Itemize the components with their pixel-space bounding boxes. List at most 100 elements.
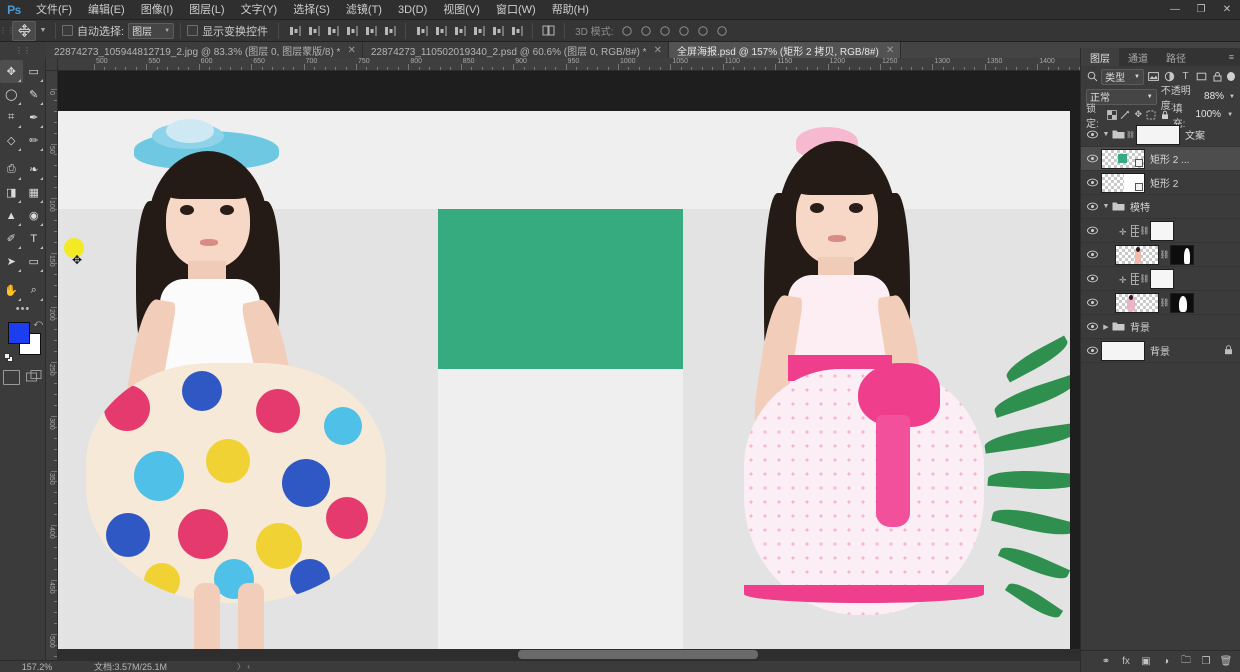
link-icon[interactable]: ⛓ [1125,131,1136,139]
layer-row[interactable]: 背景 [1081,339,1240,363]
layer-row[interactable]: ⛓ [1081,291,1240,315]
fill-value[interactable]: 100% [1195,109,1221,120]
move-icon[interactable]: ✥ [0,60,23,83]
tool-preset-caret-icon[interactable]: ▼ [37,21,49,41]
layer-row[interactable]: 矩形 2 [1081,171,1240,195]
layer-name[interactable]: 矩形 2 [1150,175,1178,190]
menu-item-10[interactable]: 帮助(H) [544,0,597,20]
layer-thumbnail[interactable] [1101,341,1145,361]
layer-visibility-icon[interactable] [1083,291,1101,315]
layer-row[interactable]: 矩形 2 ... [1081,147,1240,171]
menu-item-9[interactable]: 窗口(W) [488,0,544,20]
distribute-bottom-icon[interactable] [381,22,398,40]
mask-link-icon[interactable]: ⛓ [1159,298,1170,307]
menu-item-0[interactable]: 文件(F) [28,0,80,20]
lock-position-icon[interactable]: ✥ [1133,108,1143,121]
close-icon[interactable]: ✕ [886,45,894,56]
layer-thumbnail[interactable] [1115,245,1159,265]
minimize-button[interactable]: — [1162,0,1188,20]
layer-row[interactable]: ⛓ [1081,243,1240,267]
blur-icon[interactable]: ▲ [0,204,23,227]
align-bottom-icon[interactable] [451,22,468,40]
roll-3d-icon[interactable] [656,22,673,40]
layer-visibility-icon[interactable] [1083,147,1101,171]
group-twisty-icon[interactable]: ▶ [1101,323,1111,331]
layer-thumbnail[interactable] [1136,125,1180,145]
layer-visibility-icon[interactable] [1083,315,1101,339]
layer-thumbnail[interactable] [1115,293,1159,313]
layer-name[interactable]: 背景 [1130,319,1150,334]
new-layer-icon[interactable]: ❐ [1199,655,1213,669]
horizontal-ruler[interactable]: 5005506006507007508008509009501000105011… [58,58,1080,71]
layer-style-icon[interactable]: fx [1119,655,1133,669]
eyedropper-icon[interactable]: ✒ [23,106,46,129]
default-colors-icon[interactable] [4,353,14,363]
adjustment-layer-icon[interactable]: ◑ [1159,655,1173,669]
menu-item-7[interactable]: 3D(D) [390,0,435,20]
dist-center-icon[interactable] [489,22,506,40]
layer-row[interactable]: ✛⛓ [1081,219,1240,243]
menu-item-5[interactable]: 选择(S) [285,0,338,20]
zoom-level[interactable]: 157.2% [0,662,74,672]
group-twisty-icon[interactable]: ▼ [1101,203,1111,210]
hand-icon[interactable]: ✋ [0,279,23,302]
horizontal-scroll-thumb[interactable] [518,650,758,659]
chevron-down-icon[interactable]: ▼ [1227,112,1233,118]
document-canvas[interactable] [58,111,1070,660]
layer-visibility-icon[interactable] [1083,219,1101,243]
menu-item-6[interactable]: 滤镜(T) [338,0,390,20]
gradient-icon[interactable]: ▦ [23,181,46,204]
path-selection-icon[interactable]: ➤ [0,250,23,273]
auto-align-icon[interactable] [618,22,635,40]
model-left[interactable] [68,131,418,660]
canvas-area[interactable]: ✥ [58,71,1080,660]
menu-item-8[interactable]: 视图(V) [435,0,488,20]
restore-button[interactable]: ❐ [1188,0,1214,20]
healing-brush-icon[interactable]: ◇ [0,129,23,152]
dist-left-icon[interactable] [470,22,487,40]
align-left-icon[interactable] [286,22,303,40]
layer-row[interactable]: ✛⛓ [1081,267,1240,291]
menu-item-2[interactable]: 图像(I) [133,0,181,20]
document-tab-1[interactable]: 22874273_110502019340_2.psd @ 60.6% (图层 … [363,42,669,58]
layer-visibility-icon[interactable] [1083,123,1101,147]
close-icon[interactable]: ✕ [654,45,662,56]
layer-thumbnail[interactable] [1101,149,1145,169]
distribute-middle-icon[interactable] [362,22,379,40]
crop-icon[interactable]: ⌗ [0,106,23,129]
close-icon[interactable]: ✕ [347,45,355,56]
mask-link-icon[interactable]: ⛓ [1159,250,1170,259]
new-group-icon[interactable]: 🗀 [1179,655,1193,669]
quick-selection-icon[interactable]: ✎ [23,83,46,106]
pan-3d-icon[interactable] [675,22,692,40]
layer-name[interactable]: 文案 [1185,127,1205,142]
pen-icon[interactable]: ✐ [0,227,23,250]
lock-transparent-icon[interactable] [1107,108,1117,121]
panel-tab-1[interactable]: 通道 [1119,48,1157,66]
move-tool-icon[interactable] [12,21,36,41]
layer-list[interactable]: ▼⛓文案矩形 2 ...矩形 2▼模特✛⛓⛓✛⛓⛓▶背景背景 [1081,123,1240,650]
panel-tab-0[interactable]: 图层 [1081,48,1119,66]
marquee-icon[interactable]: ▭ [23,60,46,83]
swap-colors-icon[interactable]: ⤺ [33,318,43,329]
document-tab-0[interactable]: 22874273_105944812719_2.jpg @ 83.3% (图层 … [46,42,363,58]
document-size[interactable]: 文档:3.57M/25.1M [94,660,167,672]
align-top-icon[interactable] [413,22,430,40]
layer-mask-thumbnail[interactable] [1150,269,1174,289]
layer-name[interactable]: 矩形 2 ... [1150,151,1189,166]
menu-item-1[interactable]: 编辑(E) [80,0,133,20]
mask-link-icon[interactable]: ⛓ [1139,274,1150,283]
link-layers-icon[interactable]: ⚭ [1099,655,1113,669]
show-transform-checkbox[interactable] [187,25,198,36]
lasso-icon[interactable]: ◯ [0,83,23,106]
layer-mask-thumbnail[interactable] [1170,293,1194,313]
lock-image-icon[interactable] [1120,108,1130,121]
document-tab-2[interactable]: 全屏海报.psd @ 157% (矩形 2 拷贝, RGB/8#)✕ [669,42,901,58]
auto-select-dropdown[interactable]: 图层 ▼ [128,23,174,39]
menu-item-3[interactable]: 图层(L) [181,0,232,20]
layer-visibility-icon[interactable] [1083,243,1101,267]
layer-mask-icon[interactable]: ▣ [1139,655,1153,669]
clone-stamp-icon[interactable]: ⎙ [0,158,23,181]
panel-tab-2[interactable]: 路径 [1157,48,1195,66]
rectangle-icon[interactable]: ▭ [23,250,46,273]
